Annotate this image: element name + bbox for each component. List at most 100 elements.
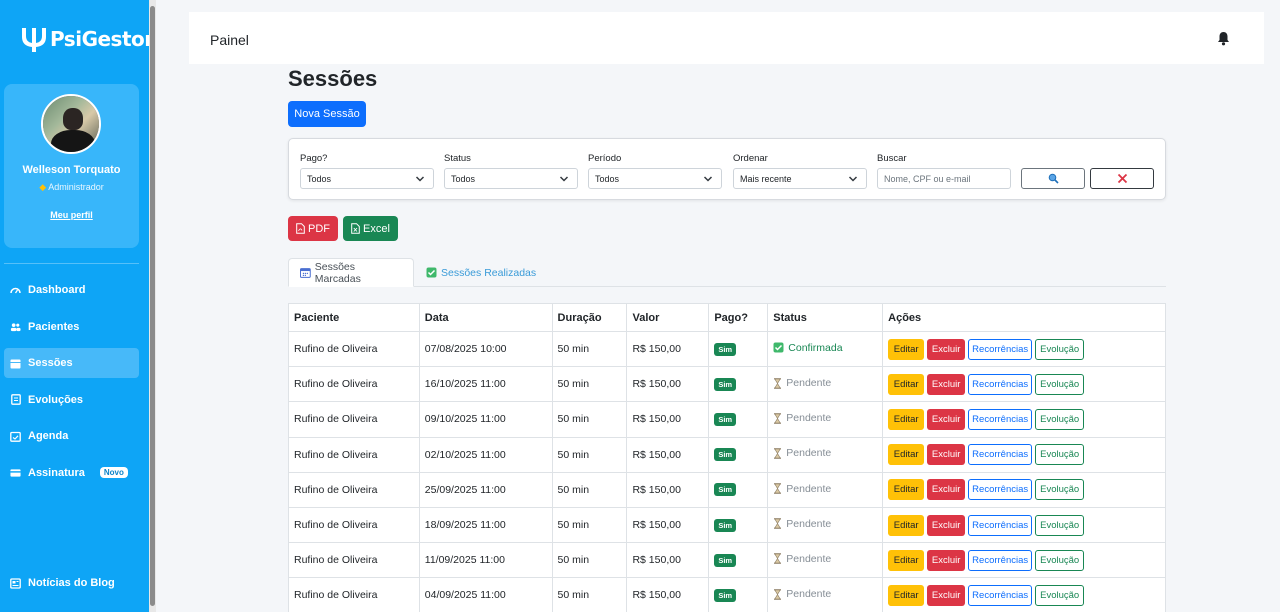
avatar[interactable]	[41, 94, 101, 154]
status-label: Pendente	[773, 518, 831, 530]
cell-acoes: Editar Excluir Recorrências Evolução	[882, 471, 1166, 508]
filter-status-value: Todos	[451, 173, 476, 184]
sidebar-item-blog[interactable]: Notícias do Blog	[4, 568, 139, 598]
column-header[interactable]: Duração	[551, 303, 628, 332]
cell-valor: R$ 150,00	[626, 506, 710, 544]
hourglass-icon	[774, 377, 782, 389]
brand-logo[interactable]: PsiGestor	[20, 24, 154, 54]
tab-sessoes-realizadas[interactable]: Sessões Realizadas	[415, 258, 547, 287]
evolution-button[interactable]: Evolução	[1035, 338, 1085, 360]
edit-button[interactable]: Editar	[888, 373, 925, 395]
delete-button[interactable]: Excluir	[927, 479, 966, 501]
status-text: Confirmada	[788, 341, 843, 354]
edit-button[interactable]: Editar	[888, 584, 925, 606]
sidebar-divider	[4, 263, 139, 264]
column-header[interactable]: Status	[767, 303, 884, 332]
evolution-button[interactable]: Evolução	[1035, 373, 1085, 395]
paid-badge: Sim	[714, 588, 737, 602]
delete-button[interactable]: Excluir	[927, 584, 966, 606]
cell-valor: R$ 150,00	[626, 577, 710, 612]
edit-button[interactable]: Editar	[888, 549, 925, 571]
recurrences-button[interactable]: Recorrências	[968, 549, 1033, 571]
clear-filters-button[interactable]	[1090, 168, 1154, 189]
chevron-down-icon	[703, 176, 713, 182]
recurrences-button[interactable]: Recorrências	[968, 373, 1033, 395]
filter-periodo-select[interactable]: Todos	[588, 168, 722, 189]
check-box-icon	[773, 342, 784, 353]
cell-pago: Sim	[708, 401, 769, 438]
cell-pago: Sim	[708, 506, 769, 544]
sidebar-item-evolucoes[interactable]: Evoluções	[4, 385, 139, 415]
filter-status-select[interactable]: Todos	[444, 168, 578, 189]
edit-button[interactable]: Editar	[888, 479, 925, 501]
edit-button[interactable]: Editar	[888, 444, 925, 466]
profile-name: Welleson Torquato	[22, 164, 121, 176]
evolution-button[interactable]: Evolução	[1035, 479, 1085, 501]
calendar-icon	[10, 358, 21, 369]
delete-button[interactable]: Excluir	[927, 514, 966, 536]
table-row: Rufino de Oliveira 04/09/2025 11:00 50 min…	[288, 577, 1166, 612]
row-actions: Editar Excluir Recorrências Evolução	[888, 373, 1165, 395]
sidebar-item-assinatura[interactable]: Assinatura Novo	[4, 458, 139, 488]
edit-button[interactable]: Editar	[888, 338, 925, 360]
gauge-icon	[10, 285, 21, 296]
bell-icon[interactable]	[1217, 31, 1230, 51]
page-scrollbar[interactable]	[1264, 12, 1280, 612]
evolution-button[interactable]: Evolução	[1035, 584, 1085, 606]
table-row: Rufino de Oliveira 09/10/2025 11:00 50 min…	[288, 401, 1166, 438]
column-header[interactable]: Paciente	[288, 303, 420, 332]
psi-logo-icon	[22, 28, 46, 52]
column-header[interactable]: Pago?	[708, 303, 769, 332]
my-profile-link[interactable]: Meu perfil	[4, 210, 139, 220]
delete-button[interactable]: Excluir	[927, 373, 966, 395]
row-actions: Editar Excluir Recorrências Evolução	[888, 408, 1165, 430]
recurrences-button[interactable]: Recorrências	[968, 514, 1033, 536]
status-text: Pendente	[786, 377, 832, 390]
recurrences-button[interactable]: Recorrências	[968, 444, 1033, 466]
cell-paciente: Rufino de Oliveira	[288, 330, 420, 368]
recurrences-button[interactable]: Recorrências	[968, 408, 1033, 430]
edit-button[interactable]: Editar	[888, 408, 925, 430]
status-text: Pendente	[786, 447, 832, 460]
delete-button[interactable]: Excluir	[927, 444, 966, 466]
sidebar-item-sessoes[interactable]: Sessões	[4, 348, 139, 378]
table-row: Rufino de Oliveira 02/10/2025 11:00 50 min…	[288, 436, 1166, 473]
credit-card-icon	[10, 467, 21, 478]
status-label: Pendente	[773, 553, 831, 565]
filter-ordenar-select[interactable]: Mais recente	[733, 168, 867, 189]
sidebar-item-label: Evoluções	[28, 393, 84, 406]
search-button[interactable]	[1021, 168, 1085, 189]
cell-data: 04/09/2025 11:00	[418, 577, 553, 612]
sidebar-item-agenda[interactable]: Agenda	[4, 421, 139, 451]
cell-status: Pendente	[767, 542, 884, 579]
column-header[interactable]: Data	[418, 303, 553, 332]
evolution-button[interactable]: Evolução	[1035, 444, 1085, 466]
delete-button[interactable]: Excluir	[927, 408, 966, 430]
evolution-button[interactable]: Evolução	[1035, 549, 1085, 571]
delete-button[interactable]: Excluir	[927, 338, 966, 360]
sidebar-scrollbar[interactable]	[149, 0, 156, 612]
filter-pago-select[interactable]: Todos	[300, 168, 434, 189]
chevron-down-icon	[415, 176, 425, 182]
tab-sessoes-marcadas[interactable]: Sessões Marcadas	[288, 258, 414, 287]
delete-button[interactable]: Excluir	[927, 549, 966, 571]
new-session-button[interactable]: Nova Sessão	[288, 101, 366, 127]
cell-status: Pendente	[767, 401, 884, 438]
cell-duracao: 50 min	[551, 366, 628, 403]
export-pdf-button[interactable]: PDF	[288, 216, 338, 241]
sidebar-item-dashboard[interactable]: Dashboard	[4, 275, 139, 305]
export-excel-button[interactable]: Excel	[343, 216, 398, 241]
search-input[interactable]: Nome, CPF ou e-mail	[877, 168, 1011, 189]
row-actions: Editar Excluir Recorrências Evolução	[888, 514, 1165, 536]
recurrences-button[interactable]: Recorrências	[968, 584, 1033, 606]
edit-button[interactable]: Editar	[888, 514, 925, 536]
hourglass-icon	[774, 412, 782, 424]
recurrences-button[interactable]: Recorrências	[968, 479, 1033, 501]
sidebar-item-pacientes[interactable]: Pacientes	[4, 312, 139, 342]
evolution-button[interactable]: Evolução	[1035, 514, 1085, 536]
sidebar-item-label: Assinatura	[28, 466, 85, 479]
recurrences-button[interactable]: Recorrências	[968, 338, 1033, 360]
table-row: Rufino de Oliveira 07/08/2025 10:00 50 min…	[288, 330, 1166, 368]
evolution-button[interactable]: Evolução	[1035, 408, 1085, 430]
column-header[interactable]: Valor	[626, 303, 710, 332]
